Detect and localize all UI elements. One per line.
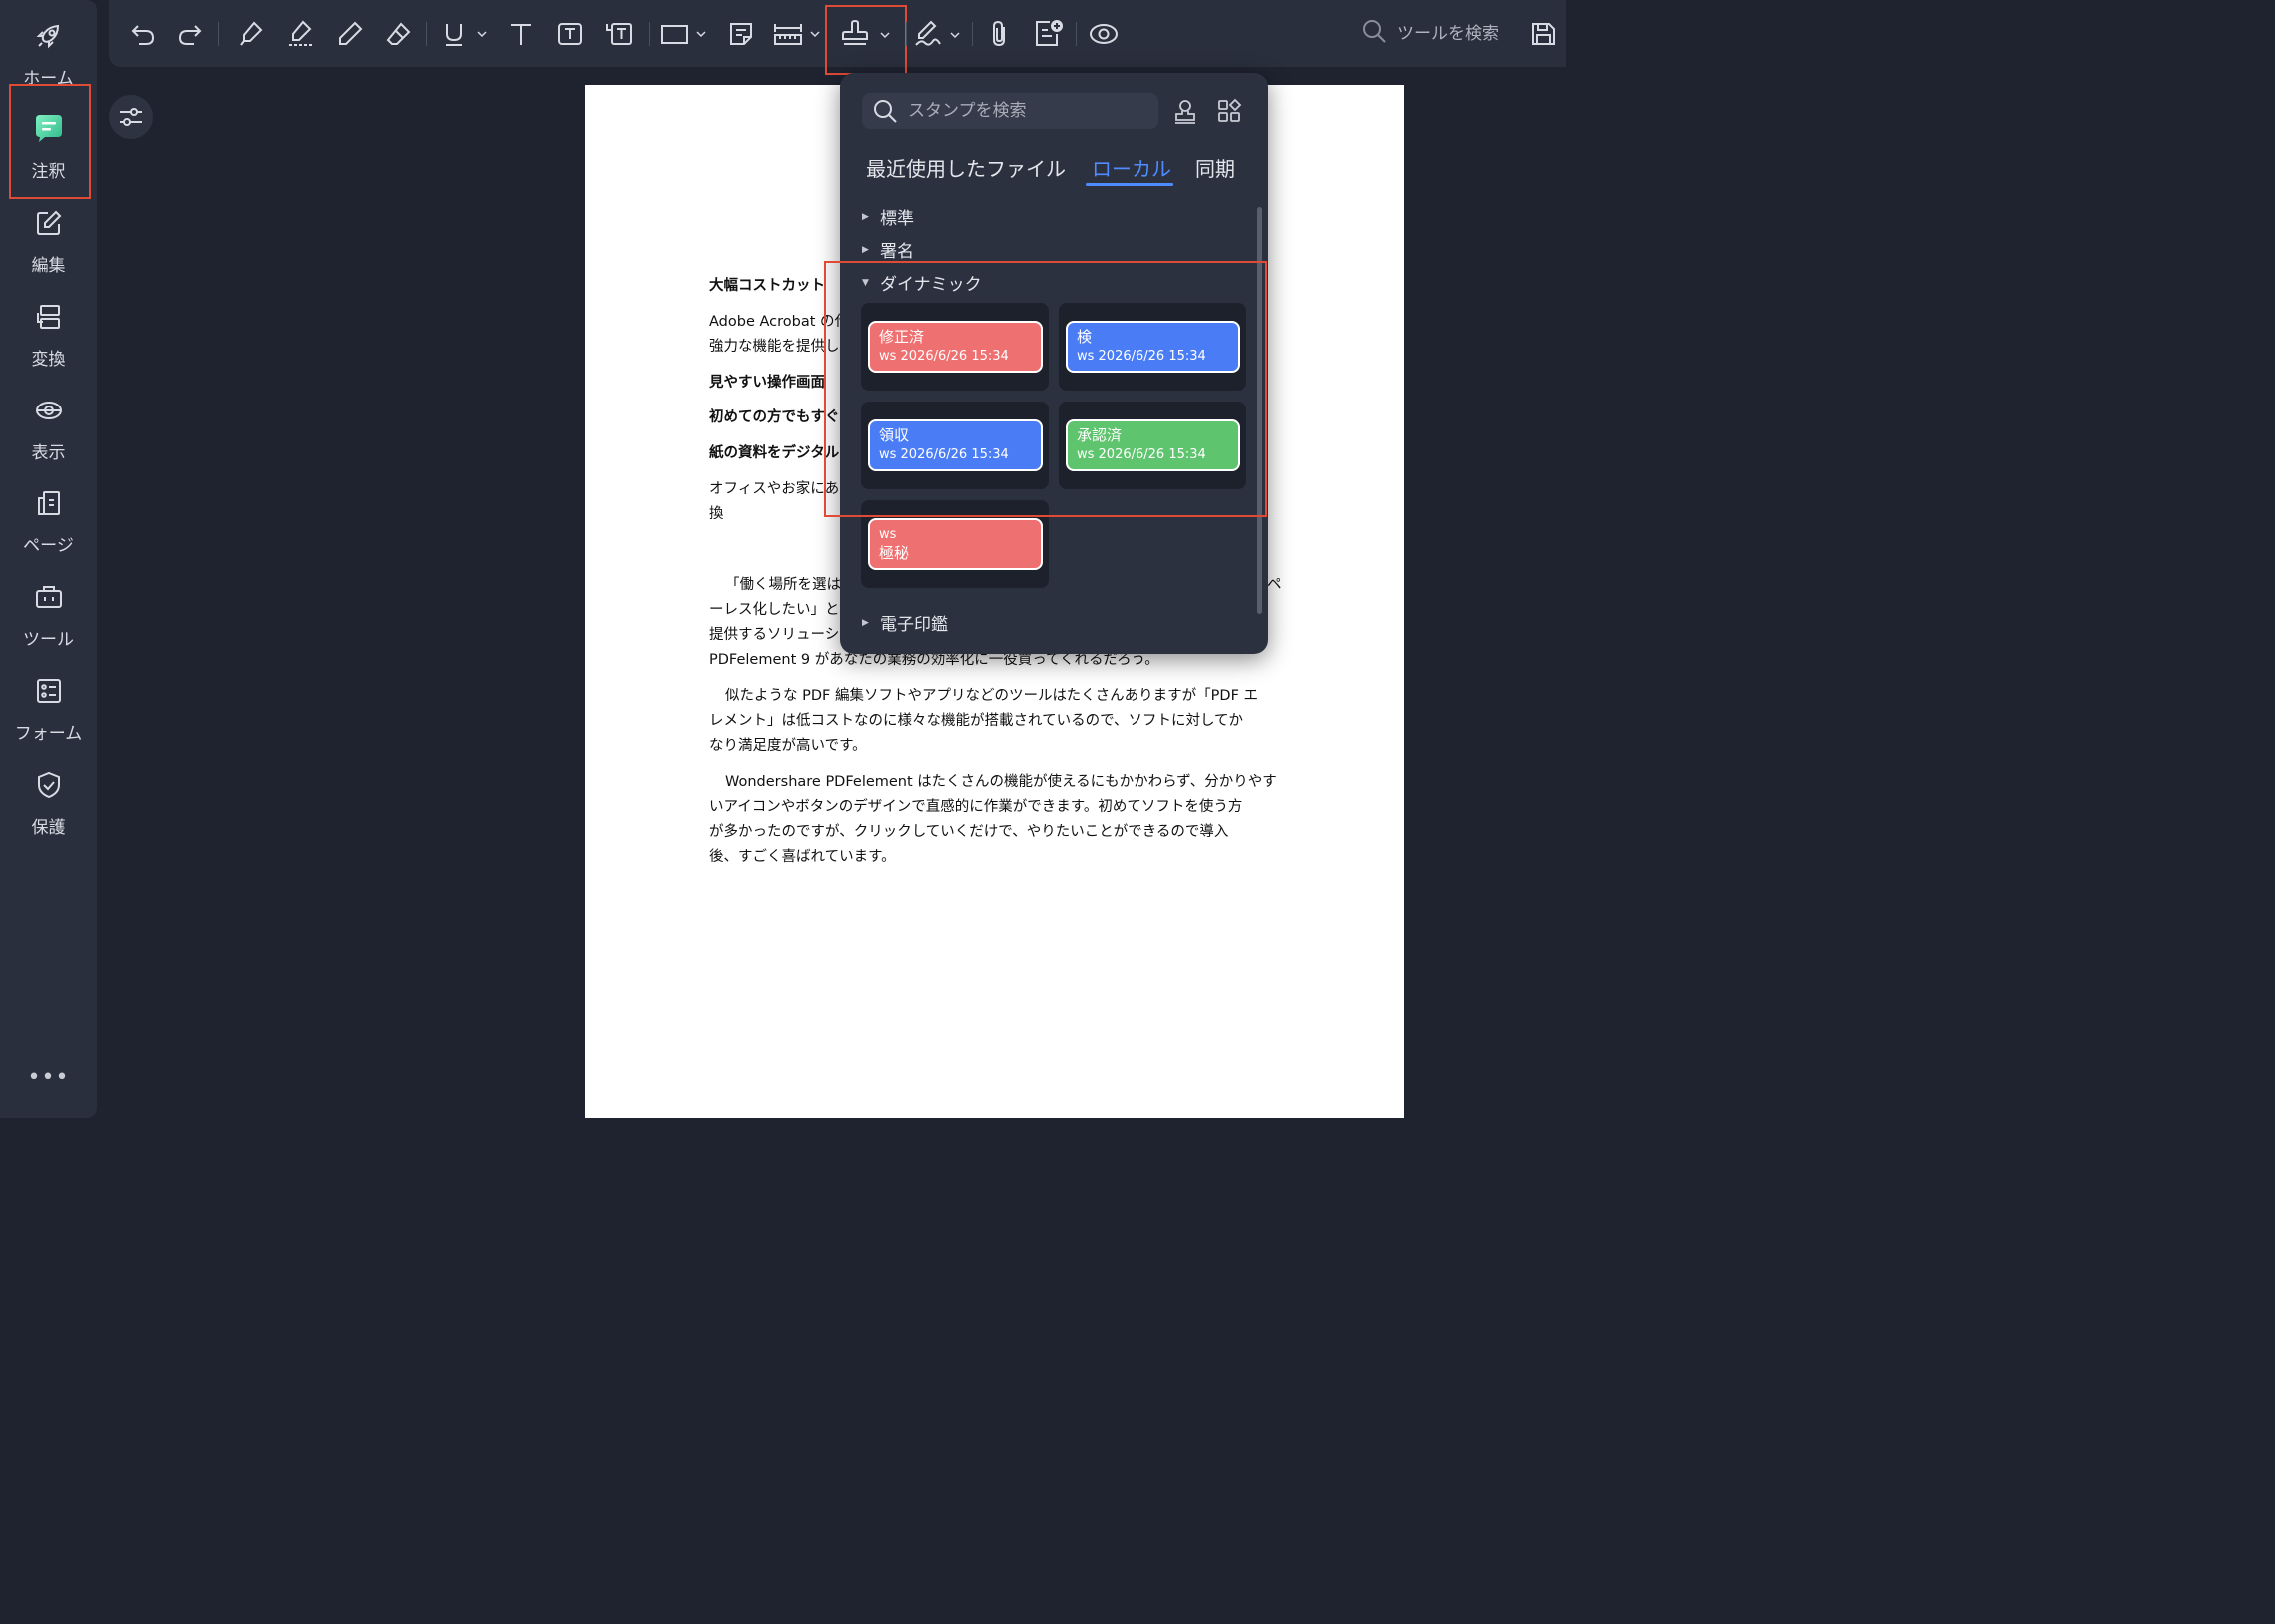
sliders-icon — [120, 108, 142, 126]
filter-settings-button[interactable] — [109, 95, 153, 139]
highlight-frame — [9, 84, 91, 199]
category-label: 署名 — [880, 242, 914, 262]
sidebar-item-label: 表示 — [31, 443, 66, 463]
callout-icon[interactable] — [599, 14, 639, 54]
tool-search[interactable]: ツールを検索 — [1361, 18, 1499, 44]
active-tab-indicator — [1086, 183, 1173, 186]
convert-icon — [31, 299, 67, 335]
measure-icon[interactable] — [772, 14, 824, 54]
manage-stamps-icon[interactable] — [1215, 97, 1243, 125]
create-stamp-icon[interactable] — [1171, 97, 1199, 125]
signature-icon[interactable] — [912, 14, 968, 54]
search-icon — [1363, 20, 1386, 43]
sidebar-item-protect[interactable]: 保護 — [0, 759, 97, 851]
sidebar-item-edit[interactable]: 編集 — [0, 197, 97, 289]
attachment-icon[interactable] — [980, 14, 1020, 54]
category-seal[interactable]: ▶ 電子印鑑 — [862, 610, 948, 635]
eye-icon[interactable] — [1084, 14, 1124, 54]
tab-recent[interactable]: 最近使用したファイル — [866, 153, 1066, 182]
stamp-preview: ws 極秘 — [868, 518, 1043, 570]
caret-right-icon: ▶ — [862, 617, 869, 628]
redo-icon[interactable] — [170, 14, 210, 54]
tab-sync[interactable]: 同期 — [1195, 153, 1235, 182]
sidebar-item-label: ページ — [23, 536, 74, 556]
stamp-search[interactable] — [862, 93, 1158, 129]
doc-text: が多かったのですが、クリックしていくだけで、やりたいことができるので導入 — [709, 824, 1229, 840]
eraser-icon[interactable] — [379, 14, 419, 54]
top-toolbar: ツールを検索 — [109, 0, 1566, 75]
category-label: 標準 — [880, 209, 914, 229]
highlight-icon[interactable] — [231, 14, 271, 54]
sidebar-item-convert[interactable]: 変換 — [0, 291, 97, 383]
view-icon — [31, 393, 67, 428]
doc-text: 後、すごく喜ばれています。 — [709, 849, 896, 865]
save-icon[interactable] — [1525, 14, 1561, 54]
tab-local[interactable]: ローカル — [1092, 153, 1171, 182]
caret-right-icon: ▶ — [862, 211, 869, 222]
sidebar-item-view[interactable]: 表示 — [0, 385, 97, 476]
textbox-icon[interactable] — [550, 14, 590, 54]
note-icon[interactable] — [721, 14, 761, 54]
edit-icon — [31, 205, 67, 241]
tool-search-placeholder: ツールを検索 — [1397, 23, 1499, 44]
stamp-title: ws — [879, 527, 897, 542]
sidebar-item-pages[interactable]: ページ — [0, 477, 97, 569]
pages-icon — [31, 485, 67, 521]
dynamic-stamps-frame — [824, 261, 1267, 517]
area-highlight-icon[interactable] — [281, 14, 321, 54]
rectangle-icon[interactable] — [658, 14, 710, 54]
stamp-search-input[interactable] — [908, 101, 1147, 121]
stamp-subtitle: 極秘 — [879, 544, 910, 562]
category-standard[interactable]: ▶ 標準 — [862, 204, 914, 229]
pencil-icon[interactable] — [330, 14, 370, 54]
text-icon[interactable] — [501, 14, 541, 54]
more-button[interactable]: ••• — [0, 1065, 97, 1090]
doc-text: ペ — [1267, 577, 1282, 593]
sidebar-item-label: 変換 — [31, 350, 66, 370]
undo-icon[interactable] — [123, 14, 163, 54]
underline-icon[interactable] — [438, 14, 490, 54]
doc-text: なり満足度が高いです。 — [709, 738, 867, 754]
sidebar-item-tools[interactable]: ツール — [0, 571, 97, 663]
sidebar-item-label: 保護 — [31, 818, 66, 838]
category-signature[interactable]: ▶ 署名 — [862, 237, 914, 262]
sidebar-item-label: 編集 — [31, 256, 66, 276]
caret-right-icon: ▶ — [862, 244, 869, 255]
sidebar-item-form[interactable]: フォーム — [0, 665, 97, 757]
toolbox-icon — [31, 579, 67, 615]
stamp-tool-frame — [825, 5, 907, 75]
add-comment-icon[interactable] — [1029, 14, 1069, 54]
doc-text: レメント」は低コストなのに様々な機能が搭載されているので、ソフトに対してか — [709, 713, 1244, 729]
left-sidebar: ホーム 注釈 編集 変換 表示 ページ ツール フォーム 保護 ••• — [0, 0, 97, 1118]
category-label: 電子印鑑 — [880, 615, 948, 635]
sidebar-item-label: フォーム — [14, 724, 83, 744]
shield-icon — [31, 767, 67, 803]
doc-text: Wondershare PDFelement はたくさんの機能が使えるにもかかわ… — [725, 774, 1277, 790]
doc-text: 似たような PDF 編集ソフトやアプリなどのツールはたくさんありますが「PDF … — [725, 688, 1259, 704]
rocket-icon — [31, 18, 67, 54]
sidebar-item-label: ツール — [23, 630, 74, 650]
form-icon — [31, 673, 67, 709]
search-icon — [874, 100, 897, 123]
doc-text: いアイコンやボタンのデザインで直感的に作業ができます。初めてソフトを使う方 — [709, 799, 1243, 815]
